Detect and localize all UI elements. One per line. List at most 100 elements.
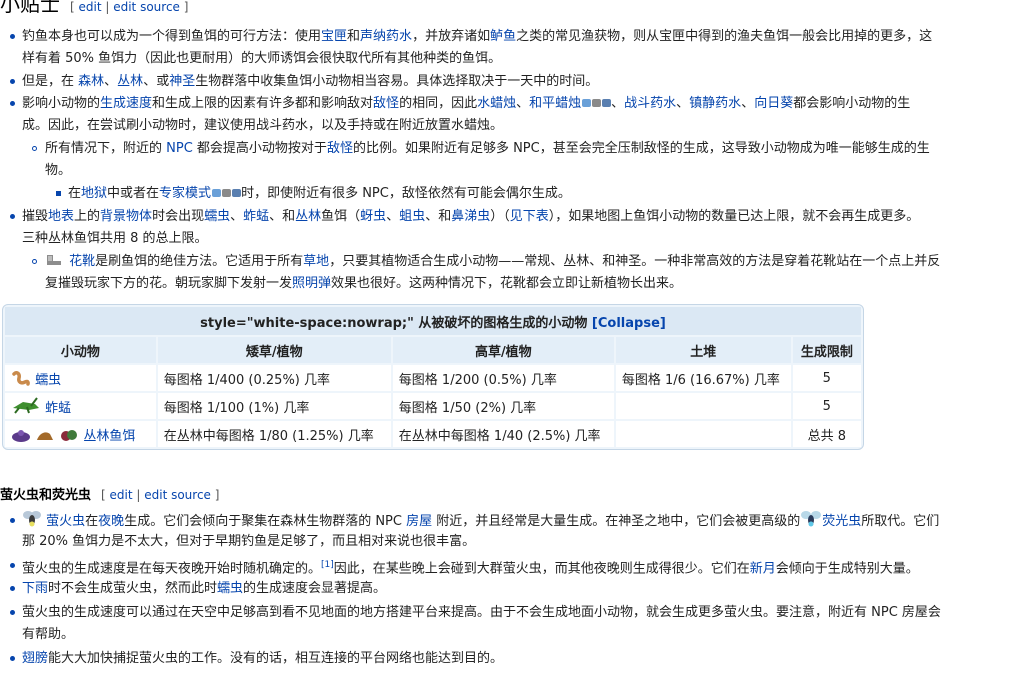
link-sluggy[interactable]: 蛆虫 [399, 209, 425, 224]
limit-cell: 5 [792, 365, 861, 391]
link-surface[interactable]: 地表 [48, 209, 74, 224]
link-forest[interactable]: 森林 [78, 74, 104, 89]
col-header-critter: 小动物 [5, 337, 156, 363]
bullet-dot [10, 563, 15, 568]
link-buggy[interactable]: 鼻涕虫 [451, 209, 490, 224]
link-jungle-2[interactable]: 丛林 [295, 209, 321, 224]
link-underworld[interactable]: 地狱 [81, 186, 107, 201]
link-hallow[interactable]: 神圣 [169, 74, 195, 89]
grasshopper-icon [13, 397, 39, 414]
link-firefly[interactable]: 萤火虫 [46, 514, 85, 529]
bullet-dot [10, 79, 15, 84]
critter-cell: 蚱蜢 [5, 393, 156, 419]
link-enemies[interactable]: 敌怪 [373, 96, 399, 111]
edit-link[interactable]: edit [110, 488, 133, 502]
link-worm[interactable]: 蠕虫 [204, 209, 230, 224]
reference-link[interactable]: [1] [321, 560, 334, 570]
table-row: 蠕虫 每图格 1/400 (0.25%) 几率 每图格 1/200 (0.5%)… [5, 365, 861, 391]
link-new-moon[interactable]: 新月 [750, 561, 776, 576]
tip-fishing-crates-cont: 样有着 50% 鱼饵力（因此也更耐用）的大师诱饵会很快取代所有其他种类的鱼饵。 [22, 51, 502, 66]
worm-icon [12, 370, 30, 386]
limit-cell: 5 [792, 393, 861, 419]
tip-npc: 所有情况下，附近的 NPC 都会提高小动物按对于敌怪的比例。如果附近有足够多 N… [45, 141, 930, 156]
lightning-bug-icon [801, 511, 822, 527]
link-background-objects[interactable]: 背景物体 [100, 209, 152, 224]
short-grass-cell: 每图格 1/400 (0.25%) 几率 [157, 365, 391, 391]
col-header-short-grass: 矮草/植物 [157, 337, 391, 363]
tip-flower-boots-cont: 复摧毁玩家下方的花。朝玩家脚下发射一发照明弹效果也很好。这两种情况下，花靴都会立… [45, 276, 683, 291]
bullet-dot [10, 518, 15, 523]
short-grass-cell: 每图格 1/100 (1%) 几率 [157, 393, 391, 419]
dirt-cell: 每图格 1/6 (16.67%) 几率 [615, 365, 791, 391]
bullet-circle [32, 259, 37, 264]
link-npc[interactable]: NPC [166, 141, 193, 156]
link-calming-potion[interactable]: 镇静药水 [689, 96, 741, 111]
link-peace-candle[interactable]: 和平蜡烛 [529, 96, 581, 111]
table-caption: style="white-space:nowrap;" 从被破坏的图格生成的小动… [5, 307, 861, 335]
link-spawn-rate[interactable]: 生成速度 [100, 96, 152, 111]
tip-sky-platform: 萤火虫的生成速度可以通过在天空中足够高到看不见地面的地方搭建平台来提高。由于不会… [22, 605, 941, 620]
table-row: 蚱蜢 每图格 1/100 (1%) 几率 每图格 1/50 (2%) 几率 5 [5, 393, 861, 419]
edit-source-link[interactable]: edit source [113, 0, 180, 14]
link-jungle-bait-row[interactable]: 丛林鱼饵 [83, 429, 135, 444]
console-version-icon [222, 189, 232, 197]
tall-grass-cell: 在丛林中每图格 1/40 (2.5%) 几率 [392, 421, 614, 447]
link-house[interactable]: 房屋 [406, 514, 432, 529]
link-worm-2[interactable]: 蠕虫 [217, 581, 243, 596]
tip-npc-cont: 物。 [45, 163, 72, 178]
link-water-candle[interactable]: 水蜡烛 [477, 96, 516, 111]
link-grass[interactable]: 草地 [303, 254, 329, 269]
link-night[interactable]: 夜晚 [98, 514, 124, 529]
collapse-link[interactable]: [Collapse] [592, 316, 666, 331]
edit-source-link[interactable]: edit source [144, 488, 211, 502]
link-wings[interactable]: 翅膀 [22, 651, 48, 666]
col-header-tall-grass: 高草/植物 [392, 337, 614, 363]
link-expert-mode[interactable]: 专家模式 [159, 186, 211, 201]
dirt-cell [615, 421, 791, 447]
short-grass-cell: 在丛林中每图格 1/80 (1.25%) 几率 [157, 421, 391, 447]
sluggy-icon [37, 431, 54, 440]
link-lightning-bug[interactable]: 荧光虫 [822, 514, 861, 529]
link-crates[interactable]: 宝匣 [321, 29, 347, 44]
edit-links: [ edit | edit source ] [101, 488, 220, 502]
tip-firefly-night-cont: 那 20% 鱼饵力是不太大，但对于早期钓鱼是足够了，而且相对来说也很丰富。 [22, 534, 476, 549]
bullet-dot [10, 656, 15, 661]
link-grasshopper-row[interactable]: 蚱蜢 [45, 401, 71, 416]
tip-biomes: 但是，在 森林、丛林、或神圣生物群落中收集鱼饵小动物相当容易。具体选择取决于一天… [22, 74, 599, 89]
link-grasshopper[interactable]: 蚱蜢 [243, 209, 269, 224]
tip-flower-boots: 花靴是刷鱼饵的绝佳方法。它适用于所有草地，只要其植物适合生成小动物——常规、丛林… [45, 251, 940, 272]
link-grubby[interactable]: 蚜虫 [360, 209, 386, 224]
critter-cell: 蠕虫 [5, 365, 156, 391]
link-sunflower[interactable]: 向日葵 [754, 96, 793, 111]
tip-destroy-background-cont: 三种丛林鱼饵共用 8 的总上限。 [22, 231, 208, 246]
tip-fishing-crates: 钓鱼本身也可以成为一个得到鱼饵的可行方法：使用宝匣和声纳药水，并放弃诸如鲈鱼之类… [22, 29, 933, 44]
tips-heading: 小贴士[ edit | edit source ] [0, 0, 189, 16]
tip-rain: 下雨时不会生成萤火虫，然而此时蠕虫的生成速度会显著提高。 [22, 581, 387, 596]
link-flower-boots[interactable]: 花靴 [69, 254, 95, 269]
link-bass[interactable]: 鲈鱼 [490, 29, 516, 44]
tip-spawn-rate: 影响小动物的生成速度和生成上限的因素有许多都和影响敌对敌怪的相同，因此水蜡烛、和… [22, 96, 911, 111]
mobile-version-icon [232, 189, 242, 197]
tip-sky-platform-cont: 有帮助。 [22, 627, 75, 642]
link-worm-row[interactable]: 蠕虫 [35, 373, 61, 388]
bullet-dot [10, 101, 15, 106]
link-battle-potion[interactable]: 战斗药水 [624, 96, 676, 111]
link-rain[interactable]: 下雨 [22, 581, 48, 596]
bullet-circle [32, 146, 37, 151]
link-see-below[interactable]: 见下表 [510, 209, 549, 224]
desktop-version-icon [212, 189, 222, 197]
edit-link[interactable]: edit [79, 0, 102, 14]
link-flare[interactable]: 照明弹 [292, 276, 331, 291]
tip-firefly-night: 萤火虫在夜晚生成。它们会倾向于聚集在森林生物群落的 NPC 房屋 附近，并且经常… [22, 509, 939, 532]
link-enemies-2[interactable]: 敌怪 [327, 141, 353, 156]
link-jungle[interactable]: 丛林 [117, 74, 143, 89]
buggy-icon [12, 429, 30, 442]
edit-links: [ edit | edit source ] [70, 0, 189, 14]
console-version-icon [592, 99, 602, 107]
tip-firefly-random: 萤火虫的生成速度是在每天夜晚开始时随机确定的。[1]因此，在某些晚上会碰到大群萤… [22, 560, 919, 577]
dirt-cell [615, 393, 791, 419]
mobile-version-icon [602, 99, 612, 107]
desktop-version-icon [582, 99, 592, 107]
link-sonar-potion[interactable]: 声纳药水 [360, 29, 412, 44]
tip-spawn-rate-cont: 成。因此，在尝试刷小动物时，建议使用战斗药水，以及手持或在附近放置水蜡烛。 [22, 118, 504, 133]
